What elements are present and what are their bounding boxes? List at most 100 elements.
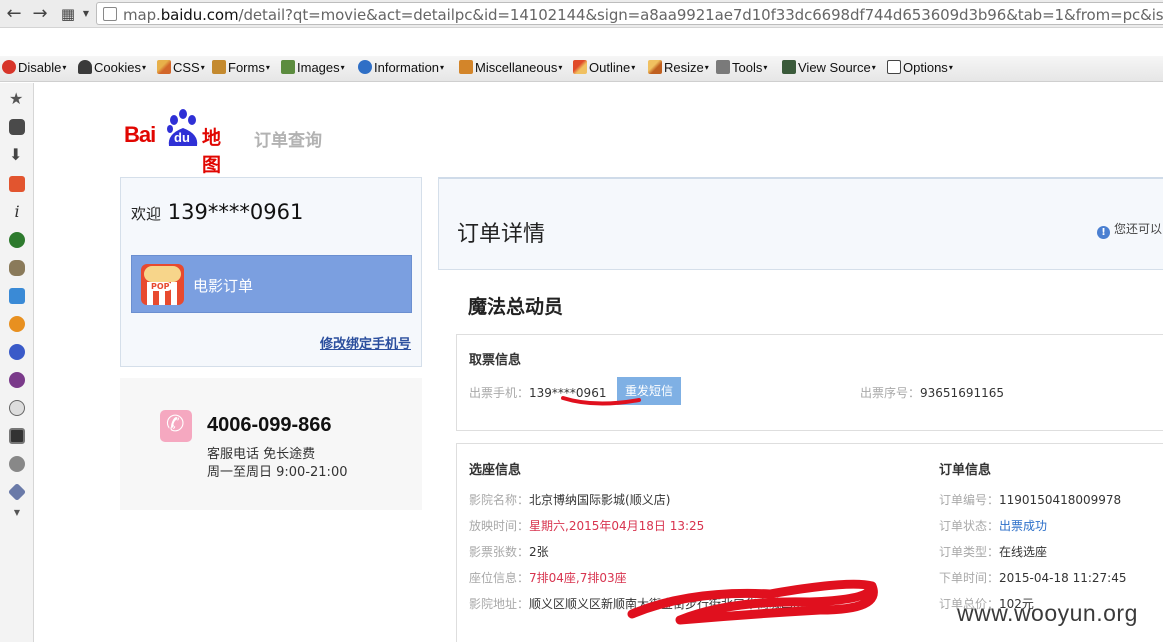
user-phone: 139****0961 bbox=[167, 200, 304, 224]
chevron-down-icon: ▾ bbox=[763, 63, 768, 72]
order-header: 订单详情 ! 您还可以 bbox=[438, 177, 1163, 270]
chevron-down-icon: ▾ bbox=[704, 63, 709, 72]
devtoolbar-label: Outline bbox=[589, 60, 631, 75]
chevron-down-icon: ▾ bbox=[948, 63, 953, 72]
palette-icon[interactable] bbox=[9, 400, 25, 416]
notice: ! 您还可以 bbox=[1097, 220, 1162, 239]
download-icon[interactable]: ⬇ bbox=[9, 147, 25, 163]
devtoolbar-label: Information bbox=[374, 60, 440, 75]
order-time: 下单时间：2015-04-18 11:27:45 bbox=[939, 571, 1127, 585]
puzzle-icon[interactable] bbox=[9, 119, 25, 135]
ticket-count: 影票张数：2张 bbox=[469, 545, 549, 559]
devtoolbar-label: Cookies bbox=[94, 60, 141, 75]
green-globe-icon[interactable] bbox=[9, 232, 25, 248]
change-phone-link[interactable]: 修改绑定手机号 bbox=[320, 333, 411, 352]
miscellaneous-icon bbox=[459, 60, 473, 74]
web-developer-toolbar: Disable▾ Cookies▾ CSS▾ Forms▾ Images▾ Informa… bbox=[0, 56, 1163, 82]
cinema-address: 影院地址：顺义区顺义区新顺南大街金街步行街北口华商城四层(南) bbox=[469, 597, 827, 611]
seat-info: 座位信息：7排04座,7排03座 bbox=[469, 571, 627, 585]
extension-sidebar: ★ ⬇ i ▼ bbox=[0, 83, 34, 642]
select-cursor-icon[interactable] bbox=[9, 288, 25, 304]
order-number: 订单编号：1190150418009978 bbox=[939, 493, 1122, 507]
options-icon bbox=[887, 60, 901, 74]
forms-icon bbox=[212, 60, 226, 74]
devtoolbar-options-menu[interactable]: Options▾ bbox=[887, 60, 953, 75]
order-status: 订单状态：出票成功 bbox=[939, 519, 1048, 533]
page-title: 订单详情 bbox=[457, 222, 546, 247]
ws-icon[interactable] bbox=[9, 176, 25, 192]
url-field[interactable]: map.baidu.com/detail?qt=movie&act=detail… bbox=[96, 2, 1163, 25]
devtoolbar-forms-menu[interactable]: Forms▾ bbox=[212, 60, 270, 75]
ticket-phone: 出票手机：139****0961 bbox=[469, 386, 607, 400]
chevron-down-icon: ▾ bbox=[141, 63, 146, 72]
page-subtitle: 订单查询 bbox=[254, 131, 322, 151]
tools-icon bbox=[716, 60, 730, 74]
resize-icon bbox=[648, 60, 662, 74]
devtoolbar-tools-menu[interactable]: Tools▾ bbox=[716, 60, 767, 75]
chevron-down-icon: ▾ bbox=[871, 63, 876, 72]
hotline-desc: 客服电话 免长途费 bbox=[207, 447, 316, 462]
chevron-down-icon: ▾ bbox=[558, 63, 563, 72]
outline-icon bbox=[573, 60, 587, 74]
skull-icon[interactable] bbox=[9, 456, 25, 472]
devtoolbar-label: Miscellaneous bbox=[475, 60, 558, 75]
show-time: 放映时间：星期六,2015年04月18日 13:25 bbox=[469, 519, 705, 533]
qr-icon[interactable] bbox=[9, 428, 25, 444]
watermark: www.wooyun.org bbox=[957, 600, 1138, 626]
gear-purple-icon[interactable] bbox=[9, 372, 25, 388]
back-arrow-icon[interactable]: ← bbox=[4, 4, 24, 24]
page-icon bbox=[103, 7, 117, 21]
hotline-panel: 4006-099-866 客服电话 免长途费 周一至周日 9:00-21:00 bbox=[120, 378, 422, 510]
order-section-title: 订单信息 bbox=[939, 463, 992, 478]
user-panel: 欢迎 139****0961 POP 电影订单 修改绑定手机号 bbox=[120, 177, 422, 367]
welcome-label: 欢迎 bbox=[131, 205, 162, 223]
logo-map-text: 地图 bbox=[202, 127, 222, 176]
swirl-icon[interactable] bbox=[9, 344, 25, 360]
devtoolbar-resize-menu[interactable]: Resize▾ bbox=[648, 60, 709, 75]
images-icon bbox=[281, 60, 295, 74]
devtoolbar-label: Options bbox=[903, 60, 948, 75]
chevron-down-icon: ▾ bbox=[631, 63, 636, 72]
notice-text: 您还可以 bbox=[1114, 222, 1163, 236]
logo-bai-text: Bai bbox=[124, 122, 156, 147]
resend-sms-button[interactable]: 重发短信 bbox=[617, 377, 681, 405]
devtoolbar-label: Disable bbox=[18, 60, 62, 75]
devtoolbar-miscellaneous-menu[interactable]: Miscellaneous▾ bbox=[459, 60, 562, 75]
devtoolbar-images-menu[interactable]: Images▾ bbox=[281, 60, 345, 75]
chevron-down-icon[interactable]: ▼ bbox=[9, 505, 25, 521]
order-type: 订单类型：在线选座 bbox=[939, 545, 1048, 559]
devtoolbar-view-source-menu[interactable]: View Source▾ bbox=[782, 60, 876, 75]
exclamation-icon: ! bbox=[1097, 226, 1110, 239]
chevron-down-icon: ▾ bbox=[62, 63, 67, 72]
hotline-hours: 周一至周日 9:00-21:00 bbox=[207, 465, 348, 480]
info-italic-icon[interactable]: i bbox=[9, 204, 25, 220]
menu-movie-label: 电影订单 bbox=[193, 277, 254, 295]
popcorn-label: POP bbox=[149, 282, 172, 291]
star-icon[interactable]: ★ bbox=[9, 91, 25, 107]
logo-du-text: du bbox=[174, 130, 190, 145]
devtoolbar-outline-menu[interactable]: Outline▾ bbox=[573, 60, 635, 75]
chain-icon[interactable] bbox=[9, 260, 25, 276]
devtoolbar-label: View Source bbox=[798, 60, 871, 75]
devtoolbar-css-menu[interactable]: CSS▾ bbox=[157, 60, 205, 75]
css-icon bbox=[157, 60, 171, 74]
view-source-icon bbox=[782, 60, 796, 74]
lastpass-icon[interactable] bbox=[9, 316, 25, 332]
devtoolbar-disable-menu[interactable]: Disable▾ bbox=[2, 60, 66, 75]
chevron-down-icon: ▾ bbox=[340, 63, 345, 72]
popcorn-icon: POP bbox=[141, 264, 184, 305]
hotline-number: 4006-099-866 bbox=[207, 414, 332, 436]
address-bar: ← → ▦ ▼ map.baidu.com/detail?qt=movie&ac… bbox=[0, 0, 1163, 28]
tag-icon[interactable] bbox=[7, 482, 27, 502]
menu-movie-orders[interactable]: POP 电影订单 bbox=[131, 255, 412, 313]
chevron-down-icon: ▾ bbox=[200, 63, 205, 72]
devtoolbar-label: Images bbox=[297, 60, 340, 75]
ticket-section-title: 取票信息 bbox=[469, 353, 522, 368]
chevron-down-icon[interactable]: ▼ bbox=[76, 4, 96, 24]
ticket-info-box: 取票信息 出票手机：139****0961 重发短信 出票序号：93651691… bbox=[456, 334, 1163, 431]
devtoolbar-information-menu[interactable]: Information▾ bbox=[358, 60, 444, 75]
devtoolbar-cookies-menu[interactable]: Cookies▾ bbox=[78, 60, 146, 75]
forward-arrow-icon[interactable]: → bbox=[30, 4, 50, 24]
ticket-serial: 出票序号：93651691165 bbox=[860, 386, 1004, 400]
apps-grid-icon[interactable]: ▦ bbox=[58, 4, 78, 24]
